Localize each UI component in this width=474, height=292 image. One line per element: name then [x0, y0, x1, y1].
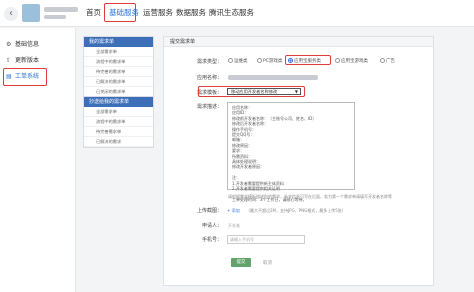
sidebar-item-update-version[interactable]: ⇧ 更新版本: [6, 55, 39, 67]
app-id-redacted: [44, 15, 66, 19]
type-option-label: 应用宝游戏类: [341, 59, 368, 64]
applicant-value: 开发者: [228, 223, 240, 228]
cc-requests-title: 抄送给我的需求单: [84, 97, 153, 107]
my-requests-title: 我的需求单: [84, 37, 153, 47]
app-name-redacted: [44, 7, 78, 12]
submit-button[interactable]: 提交: [231, 258, 251, 267]
sidebar-item-label: 基础信息: [15, 41, 40, 48]
type-option-pc-game[interactable]: PC游戏类: [257, 58, 282, 64]
back-icon[interactable]: ‹: [4, 7, 18, 21]
sidebar-item-basic-info[interactable]: ⚙ 基础信息: [6, 39, 39, 51]
add-screenshot-button[interactable]: + 添加: [227, 208, 240, 214]
type-option-label: 广告: [386, 59, 395, 64]
list-item[interactable]: 待完善的需求单: [84, 67, 153, 77]
type-label: 需求类型：: [196, 59, 222, 65]
sidebar: ⚙ 基础信息 ⇧ 更新版本 ▤ 工单系统: [0, 28, 76, 292]
description-hint: 请根据需求模板描述你的需求，补充信息可写在后面，若为第一个需求单请填写开发者名称…: [228, 194, 392, 199]
app-avatar: [22, 4, 40, 22]
radio-icon: [257, 58, 262, 63]
upload-label: 上传截图：: [196, 208, 222, 214]
form-title: 提交需求单: [164, 37, 433, 47]
list-item[interactable]: 流程中的需求单: [84, 57, 153, 67]
sidebar-item-label: 更新版本: [15, 57, 40, 64]
cc-requests-panel: 抄送给我的需求单 全部需求单 流程中的需求单 待完善需求单 已解决的需求: [83, 96, 154, 148]
type-option-app-store-game[interactable]: 应用宝游戏类: [335, 58, 368, 64]
nav-tencent-ecosystem[interactable]: 腾讯生态服务: [209, 7, 254, 19]
upload-icon: ⇧: [6, 57, 12, 64]
nav-data-services[interactable]: 数据服务: [176, 7, 206, 19]
list-item[interactable]: 待完善需求单: [84, 127, 153, 137]
upload-hint: （最大不超过2M，支持JPG、PNG格式，最多上传5张）: [246, 208, 346, 213]
list-item[interactable]: 全部需求单: [84, 47, 153, 57]
desc-label: 需求描述：: [196, 104, 222, 110]
highlight-template: [198, 86, 305, 97]
list-item[interactable]: 流程中的需求单: [84, 117, 153, 127]
list-item[interactable]: 全部需求单: [84, 107, 153, 117]
type-option-ads[interactable]: 广告: [380, 58, 395, 64]
phone-label: 手机号：: [201, 237, 222, 243]
applicant-label: 申请人：: [201, 223, 222, 229]
highlight-sidebar: [3, 68, 47, 86]
my-requests-panel: 我的需求单 全部需求单 流程中的需求单 待完善的需求单 已解决的需求单 已关闭的…: [83, 36, 154, 98]
list-item[interactable]: 已解决的需求: [84, 137, 153, 147]
radio-icon: [228, 58, 233, 63]
highlight-nav: [104, 3, 136, 22]
description-textarea[interactable]: 应用名称： 应用ID： 修改前开发者名称：（主账号公司、姓名、ID） 修改后开发…: [227, 102, 355, 202]
list-item[interactable]: 已解决的需求单: [84, 77, 153, 87]
top-bar: ‹ 首页 基础服务 运营服务 数据服务 腾讯生态服务: [0, 0, 474, 27]
type-option-ops[interactable]: 运维类: [228, 58, 248, 64]
gear-icon: ⚙: [6, 41, 12, 48]
nav-operation-services[interactable]: 运营服务: [143, 7, 173, 19]
nav-home[interactable]: 首页: [86, 7, 101, 19]
type-option-label: 运维类: [234, 59, 248, 64]
cancel-link[interactable]: 取消: [263, 260, 272, 266]
submit-request-form: 提交需求单 需求类型： 运维类 PC游戏类 应用宝服务类 应用宝游戏类 广告 应…: [163, 36, 434, 286]
radio-icon: [335, 58, 340, 63]
app-name-redacted: [228, 75, 318, 80]
highlight-type: [285, 55, 331, 65]
radio-icon: [380, 58, 385, 63]
app-name-label: 应用名称：: [196, 75, 222, 81]
type-option-label: PC游戏类: [263, 59, 283, 64]
phone-input[interactable]: 请输入手机号: [227, 235, 305, 244]
